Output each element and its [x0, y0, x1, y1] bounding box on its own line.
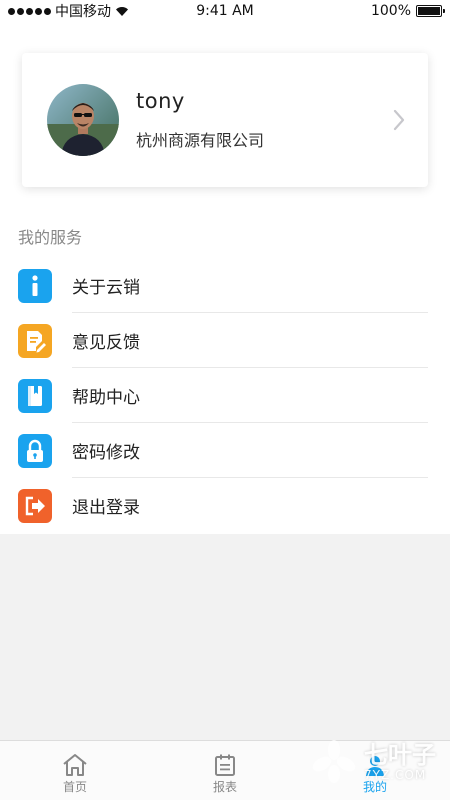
profile-username: tony: [136, 89, 185, 113]
menu-item-label: 退出登录: [72, 498, 140, 518]
menu-item-password[interactable]: 密码修改: [0, 423, 450, 478]
leaf-logo-icon: [312, 740, 356, 783]
content-area: tony 杭州商源有限公司 我的服务 关于云销 意见反馈 帮助中心 密码修改 退…: [0, 22, 450, 534]
status-bar: 中国移动 9:41 AM 100%: [0, 0, 450, 22]
lock-icon: [18, 433, 52, 468]
tab-reports[interactable]: 报表: [150, 741, 300, 800]
menu-item-feedback[interactable]: 意见反馈: [0, 313, 450, 368]
menu-item-label: 密码修改: [72, 443, 140, 463]
book-icon: [18, 378, 52, 413]
carrier-name: 中国移动: [55, 4, 111, 20]
menu-item-logout[interactable]: 退出登录: [0, 478, 450, 533]
battery-icon: [416, 5, 445, 17]
watermark-text: 七叶子: [364, 741, 436, 769]
info-icon: [18, 268, 52, 303]
watermark-logo: 七叶子 7YZ.COM: [310, 738, 436, 786]
tab-home[interactable]: 首页: [0, 741, 150, 800]
avatar: [47, 84, 119, 156]
tab-label: 首页: [62, 780, 87, 794]
tab-label: 报表: [212, 780, 237, 794]
services-menu: 关于云销 意见反馈 帮助中心 密码修改 退出登录: [0, 258, 450, 533]
wifi-icon: [116, 6, 128, 16]
logout-icon: [18, 488, 52, 523]
chevron-right-icon: [393, 109, 405, 131]
feedback-icon: [18, 323, 52, 358]
services-title: 我的服务: [18, 228, 83, 247]
home-icon: [63, 754, 87, 776]
menu-item-label: 帮助中心: [72, 388, 140, 408]
profile-card[interactable]: tony 杭州商源有限公司: [22, 53, 428, 187]
menu-item-about[interactable]: 关于云销: [0, 258, 450, 313]
menu-item-help[interactable]: 帮助中心: [0, 368, 450, 423]
calendar-icon: [215, 754, 235, 776]
menu-item-label: 意见反馈: [72, 333, 140, 353]
signal-icon: [8, 7, 51, 15]
watermark-subtext: 7YZ.COM: [364, 768, 427, 782]
profile-company: 杭州商源有限公司: [136, 131, 265, 150]
battery-percent: 100%: [370, 3, 411, 19]
menu-item-label: 关于云销: [72, 278, 140, 298]
